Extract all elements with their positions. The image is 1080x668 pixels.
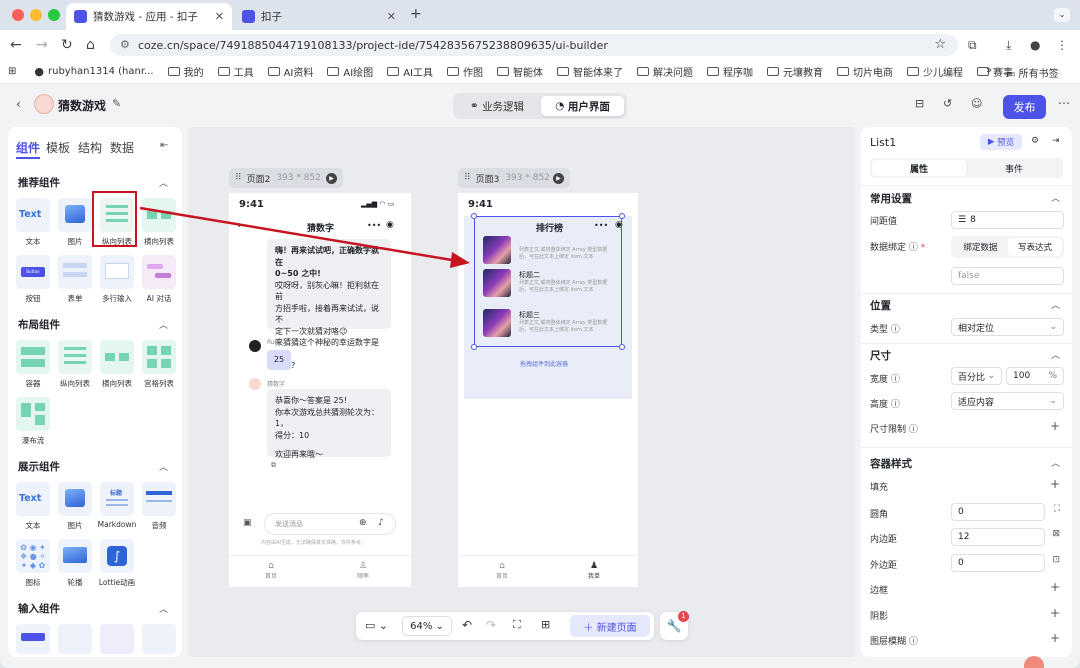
- section-common: 常用设置: [870, 193, 912, 205]
- chevron-down-icon: ⌄: [1049, 322, 1057, 332]
- add-border-icon[interactable]: +: [1050, 580, 1060, 594]
- blur-label: 图层模糊 ⓘ: [870, 637, 918, 647]
- chevron-up-icon[interactable]: ︿: [1051, 456, 1060, 469]
- property-tabs: 属性 事件: [870, 158, 1063, 178]
- radius-label: 圆角: [870, 510, 889, 520]
- add-shadow-icon[interactable]: +: [1050, 606, 1060, 620]
- height-select[interactable]: 适应内容 ⌄: [951, 392, 1064, 410]
- chevron-up-icon[interactable]: ︿: [1051, 298, 1060, 311]
- margin-label: 外边距: [870, 561, 898, 571]
- add-fill-icon[interactable]: +: [1050, 477, 1060, 491]
- play-icon: ▶: [987, 137, 995, 147]
- padding-input[interactable]: 12: [951, 528, 1045, 546]
- tab-properties[interactable]: 属性: [872, 160, 966, 176]
- write-expression-option[interactable]: 写表达式: [1008, 238, 1062, 256]
- section-position: 位置: [870, 300, 891, 312]
- padding-label: 内边距: [870, 535, 898, 545]
- chevron-up-icon[interactable]: ︿: [1051, 348, 1060, 361]
- section-container-style: 容器样式: [870, 458, 912, 470]
- fit-screen-icon[interactable]: ⛶: [513, 618, 521, 632]
- corner-icon[interactable]: ⛶: [1054, 504, 1060, 514]
- expression-input[interactable]: false: [951, 267, 1064, 285]
- redo-icon[interactable]: ↷: [486, 618, 496, 632]
- chevron-down-icon: ⌄: [987, 371, 995, 381]
- grid-icon[interactable]: ⊞: [541, 618, 550, 631]
- position-type-select[interactable]: 相对定位 ⌄: [951, 318, 1064, 336]
- size-limit-label: 尺寸限制 ⓘ: [870, 425, 918, 435]
- tab-events[interactable]: 事件: [967, 160, 1061, 176]
- width-label: 宽度 ⓘ: [870, 375, 900, 385]
- preview-button[interactable]: ▶ 预览: [980, 134, 1022, 150]
- section-size: 尺寸: [870, 350, 891, 362]
- radius-input[interactable]: 0: [951, 503, 1045, 521]
- bind-data-option[interactable]: 绑定数据: [953, 238, 1008, 256]
- wrench-icon: 🔧: [666, 619, 682, 633]
- undo-icon[interactable]: ↶: [462, 618, 472, 632]
- binding-label: 数据绑定 ⓘ *: [870, 243, 926, 253]
- fill-label: 填充: [870, 483, 889, 493]
- notification-badge: 1: [678, 611, 689, 622]
- border-label: 边框: [870, 586, 889, 596]
- device-icon[interactable]: ▭ ⌄: [365, 619, 388, 632]
- new-page-button[interactable]: ＋ 新建页面: [570, 615, 650, 637]
- add-blur-icon[interactable]: +: [1050, 631, 1060, 645]
- canvas-toolbar: ▭ ⌄ 64% ⌄ ↶ ↷ ⛶ ⊞ ＋ 新建页面: [356, 612, 654, 640]
- binding-toggle: 绑定数据 写表达式: [951, 236, 1064, 258]
- position-type-label: 类型 ⓘ: [870, 325, 900, 335]
- margin-input[interactable]: 0: [951, 554, 1045, 572]
- chevron-down-icon: ⌄: [1049, 396, 1057, 406]
- gap-input[interactable]: ☰ 8: [951, 211, 1064, 229]
- chevron-up-icon[interactable]: ︿: [1051, 191, 1060, 204]
- shadow-label: 阴影: [870, 612, 889, 622]
- gap-label: 间距值: [870, 217, 898, 227]
- collapse-right-icon[interactable]: ⇥: [1052, 136, 1060, 146]
- padding-icon[interactable]: ⊠: [1052, 529, 1060, 539]
- settings-icon[interactable]: ⚙: [1031, 136, 1039, 146]
- app-window: 猜数游戏 - 应用 - 扣子 ✕ 扣子 ✕ + ⌄ ← → ↻ ⌂ ⚙ coze…: [0, 0, 1080, 668]
- add-size-limit-icon[interactable]: +: [1050, 419, 1060, 433]
- height-label: 高度 ⓘ: [870, 400, 900, 410]
- margin-icon[interactable]: ⊡: [1052, 555, 1060, 565]
- width-input[interactable]: 100%: [1006, 367, 1064, 385]
- zoom-select[interactable]: 64% ⌄: [402, 616, 452, 636]
- component-name: List1: [870, 136, 897, 149]
- width-unit-select[interactable]: 百分比 ⌄: [951, 367, 1002, 385]
- spacing-icon: ☰: [958, 215, 967, 225]
- properties-panel: List1 ▶ 预览 ⚙ ⇥ 属性 事件 常用设置 ︿ 间距值 ☰ 8 数据绑定 …: [861, 127, 1072, 657]
